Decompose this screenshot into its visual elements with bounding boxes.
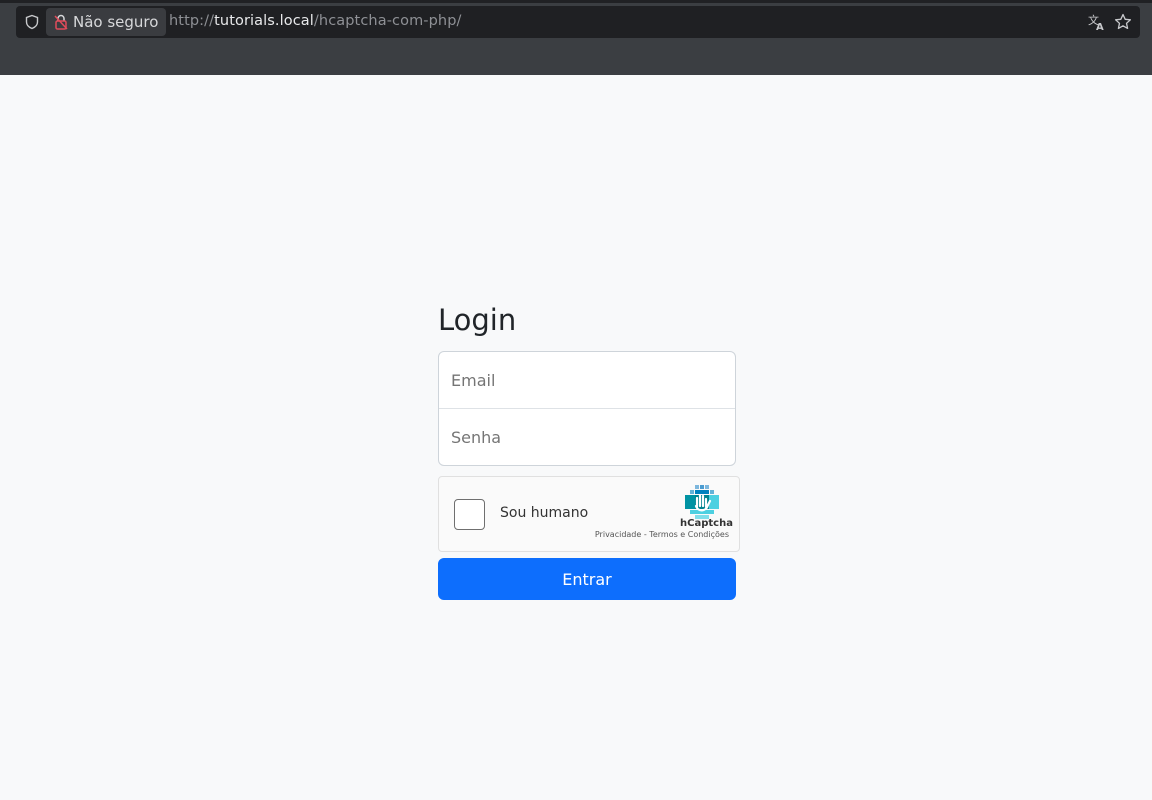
url-text[interactable]: http://tutorials.local/hcaptcha-com-php/ (169, 13, 462, 29)
login-form: Login Sou humano hCaptcha Privacidade - … (438, 300, 740, 600)
chrome-top-border (0, 0, 1152, 3)
email-field[interactable] (439, 352, 735, 409)
url-path: /hcaptcha-com-php/ (313, 13, 462, 29)
privacy-link[interactable]: Privacidade (595, 530, 641, 539)
human-checkbox[interactable] (454, 499, 485, 530)
hcaptcha-links: Privacidade - Termos e Condições (595, 530, 729, 539)
credentials-group (438, 351, 736, 466)
not-secure-indicator[interactable]: Não seguro (46, 8, 167, 36)
url-scheme: http:// (169, 13, 215, 29)
url-host: tutorials.local (214, 13, 314, 29)
submit-button[interactable]: Entrar (438, 558, 736, 600)
translate-icon[interactable]: 文 A (1088, 13, 1106, 31)
terms-link[interactable]: Termos e Condições (649, 530, 729, 539)
address-bar[interactable]: Não seguro http://tutorials.local/hcaptc… (16, 6, 1140, 38)
bookmark-star-icon[interactable] (1114, 13, 1132, 31)
password-field[interactable] (439, 409, 735, 465)
shield-icon[interactable] (24, 14, 40, 30)
browser-chrome: Não seguro http://tutorials.local/hcaptc… (0, 0, 1152, 75)
insecure-lock-icon (54, 14, 68, 30)
svg-text:A: A (1096, 22, 1104, 31)
human-checkbox-label: Sou humano (500, 505, 589, 521)
not-secure-label: Não seguro (73, 13, 159, 31)
hcaptcha-logo-icon (685, 485, 719, 519)
hcaptcha-widget: Sou humano hCaptcha Privacidade - Termos… (438, 476, 740, 552)
hcaptcha-brand-text: hCaptcha (680, 518, 733, 529)
page-title: Login (438, 303, 517, 337)
